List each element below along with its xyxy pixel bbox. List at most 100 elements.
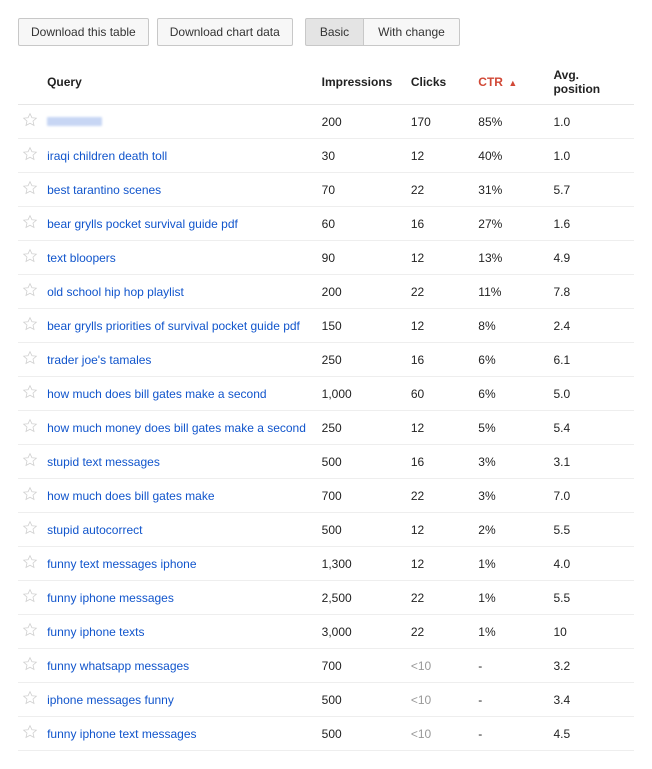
query-link[interactable]: how much does bill gates make a second	[47, 387, 266, 401]
cell-impressions: 1,000	[316, 377, 405, 411]
query-link[interactable]: funny iphone messages	[47, 591, 174, 605]
header-query[interactable]: Query	[41, 60, 316, 105]
query-link[interactable]: bear grylls pocket survival guide pdf	[47, 217, 238, 231]
star-icon[interactable]	[22, 418, 38, 434]
cell-clicks: 12	[405, 513, 472, 547]
cell-clicks: 12	[405, 139, 472, 173]
query-link[interactable]: how much does bill gates make	[47, 489, 214, 503]
query-link[interactable]: iphone messages funny	[47, 693, 174, 707]
cell-ctr: 3%	[472, 479, 547, 513]
header-impressions[interactable]: Impressions	[316, 60, 405, 105]
cell-avg-position: 4.9	[547, 241, 634, 275]
star-icon[interactable]	[22, 248, 38, 264]
header-avg-position[interactable]: Avg. position	[547, 60, 634, 105]
query-link[interactable]: funny whatsapp messages	[47, 659, 189, 673]
query-link[interactable]: stupid text messages	[47, 455, 160, 469]
cell-impressions: 500	[316, 717, 405, 751]
star-icon[interactable]	[22, 486, 38, 502]
cell-avg-position: 10	[547, 615, 634, 649]
view-toggle: Basic With change	[305, 18, 460, 46]
cell-ctr: 31%	[472, 173, 547, 207]
cell-clicks: <10	[405, 717, 472, 751]
cell-ctr: 11%	[472, 275, 547, 309]
star-icon[interactable]	[22, 180, 38, 196]
cell-avg-position: 7.0	[547, 479, 634, 513]
cell-ctr: 2%	[472, 513, 547, 547]
query-link[interactable]: stupid autocorrect	[47, 523, 142, 537]
star-icon[interactable]	[22, 316, 38, 332]
star-icon[interactable]	[22, 520, 38, 536]
query-link[interactable]: funny iphone texts	[47, 625, 144, 639]
toolbar: Download this table Download chart data …	[18, 18, 634, 46]
cell-clicks: 12	[405, 411, 472, 445]
cell-impressions: 70	[316, 173, 405, 207]
star-icon[interactable]	[22, 384, 38, 400]
query-link[interactable]: text bloopers	[47, 251, 116, 265]
star-icon[interactable]	[22, 146, 38, 162]
cell-avg-position: 2.4	[547, 309, 634, 343]
star-icon[interactable]	[22, 214, 38, 230]
cell-impressions: 500	[316, 513, 405, 547]
star-icon[interactable]	[22, 554, 38, 570]
cell-avg-position: 5.4	[547, 411, 634, 445]
cell-impressions: 250	[316, 343, 405, 377]
cell-clicks: 12	[405, 547, 472, 581]
download-table-button[interactable]: Download this table	[18, 18, 149, 46]
query-link[interactable]: old school hip hop playlist	[47, 285, 184, 299]
star-icon[interactable]	[22, 282, 38, 298]
cell-impressions: 700	[316, 649, 405, 683]
cell-impressions: 2,500	[316, 581, 405, 615]
cell-ctr: 8%	[472, 309, 547, 343]
table-row: stupid text messages500163%3.1	[18, 445, 634, 479]
table-row: funny iphone text messages500<10-4.5	[18, 717, 634, 751]
cell-avg-position: 4.5	[547, 717, 634, 751]
star-icon[interactable]	[22, 724, 38, 740]
cell-ctr: 6%	[472, 377, 547, 411]
cell-clicks: 22	[405, 615, 472, 649]
star-icon[interactable]	[22, 588, 38, 604]
cell-impressions: 500	[316, 445, 405, 479]
table-row: funny iphone messages2,500221%5.5	[18, 581, 634, 615]
star-icon[interactable]	[22, 622, 38, 638]
seg-basic[interactable]: Basic	[305, 18, 363, 46]
table-body: 20017085%1.0iraqi children death toll301…	[18, 105, 634, 751]
redacted-query	[47, 117, 102, 126]
star-icon[interactable]	[22, 452, 38, 468]
cell-clicks: 16	[405, 343, 472, 377]
header-clicks[interactable]: Clicks	[405, 60, 472, 105]
cell-ctr: 5%	[472, 411, 547, 445]
header-ctr-label: CTR	[478, 75, 503, 89]
cell-clicks: 22	[405, 581, 472, 615]
cell-ctr: 1%	[472, 581, 547, 615]
query-link[interactable]: funny iphone text messages	[47, 727, 196, 741]
table-row: how much money does bill gates make a se…	[18, 411, 634, 445]
star-icon[interactable]	[22, 112, 38, 128]
star-icon[interactable]	[22, 350, 38, 366]
table-row: text bloopers901213%4.9	[18, 241, 634, 275]
query-link[interactable]: trader joe's tamales	[47, 353, 151, 367]
download-chart-button[interactable]: Download chart data	[157, 18, 293, 46]
table-row: funny text messages iphone1,300121%4.0	[18, 547, 634, 581]
cell-clicks: <10	[405, 649, 472, 683]
table-row: best tarantino scenes702231%5.7	[18, 173, 634, 207]
cell-ctr: 1%	[472, 615, 547, 649]
cell-avg-position: 5.5	[547, 513, 634, 547]
header-ctr[interactable]: CTR ▲	[472, 60, 547, 105]
header-row: Query Impressions Clicks CTR ▲ Avg. posi…	[18, 60, 634, 105]
query-link[interactable]: funny text messages iphone	[47, 557, 196, 571]
query-link[interactable]: iraqi children death toll	[47, 149, 167, 163]
cell-impressions: 500	[316, 683, 405, 717]
star-icon[interactable]	[22, 656, 38, 672]
query-link[interactable]: best tarantino scenes	[47, 183, 161, 197]
seg-with-change[interactable]: With change	[363, 18, 460, 46]
cell-ctr: 13%	[472, 241, 547, 275]
cell-clicks: 22	[405, 479, 472, 513]
cell-ctr: -	[472, 683, 547, 717]
star-icon[interactable]	[22, 690, 38, 706]
table-row: bear grylls priorities of survival pocke…	[18, 309, 634, 343]
cell-clicks: 12	[405, 309, 472, 343]
query-link[interactable]: how much money does bill gates make a se…	[47, 421, 306, 435]
cell-impressions: 30	[316, 139, 405, 173]
query-link[interactable]: bear grylls priorities of survival pocke…	[47, 319, 300, 333]
cell-avg-position: 1.0	[547, 105, 634, 139]
